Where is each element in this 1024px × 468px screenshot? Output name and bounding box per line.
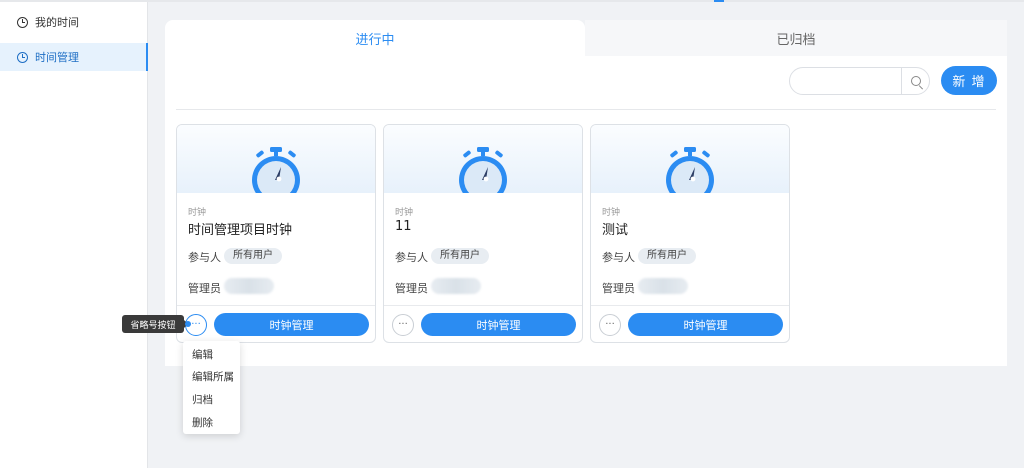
tab-in-progress[interactable]: 进行中 xyxy=(165,20,585,56)
ellipsis-button[interactable]: ··· xyxy=(392,314,414,336)
search-box[interactable] xyxy=(789,67,930,95)
clock-icon xyxy=(17,51,28,63)
admin-label: 管理员 xyxy=(602,282,635,295)
search-icon xyxy=(910,76,921,86)
card-banner xyxy=(177,125,375,193)
tab-archived[interactable]: 已归档 xyxy=(585,20,1007,56)
card-banner xyxy=(591,125,789,193)
participants-label: 参与人 xyxy=(395,251,428,264)
admin-name-blurred xyxy=(638,278,688,294)
card-divider xyxy=(591,305,789,306)
menu-item-edit[interactable]: 编辑 xyxy=(183,343,240,366)
search-button[interactable] xyxy=(901,68,929,94)
card-type: 时钟 xyxy=(188,208,207,218)
participants-label: 参与人 xyxy=(602,251,635,264)
card-type: 时钟 xyxy=(602,208,621,218)
clock-manage-button[interactable]: 时钟管理 xyxy=(421,313,576,336)
ellipsis-tooltip: 省略号按钮 xyxy=(122,315,188,333)
admin-name-blurred xyxy=(224,278,274,294)
admin-name-blurred xyxy=(431,278,481,294)
card-title: 11 xyxy=(395,219,412,234)
more-dropdown-menu: 编辑 编辑所属 归档 删除 xyxy=(183,341,240,434)
participants-label: 参与人 xyxy=(188,251,221,264)
stopwatch-icon xyxy=(666,147,714,193)
stopwatch-icon xyxy=(459,147,507,193)
top-indicator xyxy=(714,0,724,2)
card-banner xyxy=(384,125,582,193)
clock-card: 时钟 时间管理项目时钟 参与人 所有用户 管理员 ··· 时钟管理 xyxy=(176,124,376,343)
sidebar: 我的时间 时间管理 xyxy=(0,2,148,468)
sidebar-item-my-time[interactable]: 我的时间 xyxy=(0,8,147,36)
ellipsis-button[interactable]: ··· xyxy=(599,314,621,336)
participants-tag: 所有用户 xyxy=(638,248,696,264)
clock-manage-button[interactable]: 时钟管理 xyxy=(628,313,783,336)
participants-tag: 所有用户 xyxy=(224,248,282,264)
divider xyxy=(176,109,996,110)
sidebar-item-time-management[interactable]: 时间管理 xyxy=(0,43,148,71)
menu-item-edit-owner[interactable]: 编辑所属 xyxy=(183,366,240,389)
card-title: 测试 xyxy=(602,223,629,238)
focus-dot xyxy=(185,321,191,327)
clock-manage-button[interactable]: 时钟管理 xyxy=(214,313,369,336)
admin-label: 管理员 xyxy=(395,282,428,295)
card-type: 时钟 xyxy=(395,208,414,218)
card-divider xyxy=(177,305,375,306)
sidebar-item-label: 时间管理 xyxy=(35,51,79,64)
stopwatch-icon xyxy=(252,147,300,193)
sidebar-item-label: 我的时间 xyxy=(35,16,79,29)
menu-item-archive[interactable]: 归档 xyxy=(183,388,240,411)
admin-label: 管理员 xyxy=(188,282,221,295)
participants-tag: 所有用户 xyxy=(431,248,489,264)
clock-card: 时钟 11 参与人 所有用户 管理员 ··· 时钟管理 xyxy=(383,124,583,343)
top-border xyxy=(0,0,1024,2)
new-button[interactable]: 新 增 xyxy=(941,66,997,95)
clock-icon xyxy=(17,16,28,28)
menu-item-delete[interactable]: 删除 xyxy=(183,411,240,434)
card-divider xyxy=(384,305,582,306)
card-title: 时间管理项目时钟 xyxy=(188,223,293,238)
clock-card: 时钟 测试 参与人 所有用户 管理员 ··· 时钟管理 xyxy=(590,124,790,343)
